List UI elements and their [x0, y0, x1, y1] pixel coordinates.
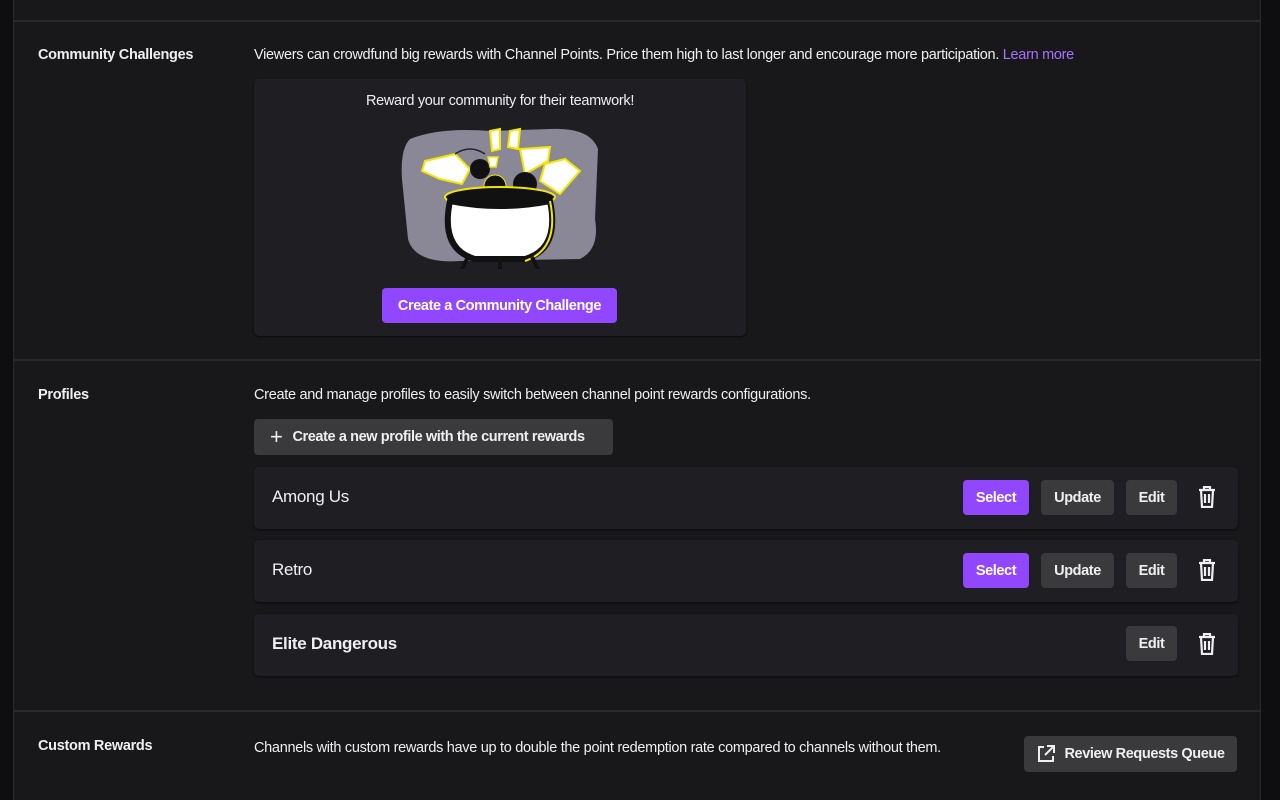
profiles-description: Create and manage profiles to easily swi…: [254, 387, 811, 403]
create-new-profile-button[interactable]: + Create a new profile with the current …: [254, 419, 613, 455]
plus-icon: +: [270, 424, 283, 449]
profile-name: Among Us: [272, 487, 349, 506]
trash-icon[interactable]: [1197, 559, 1217, 581]
settings-panel: Community Challenges Viewers can crowdfu…: [13, 0, 1261, 800]
edit-profile-button[interactable]: Edit: [1126, 553, 1177, 588]
profile-row: Retro Select Update Edit: [254, 540, 1238, 602]
section-divider: [14, 359, 1260, 361]
edit-profile-button[interactable]: Edit: [1126, 480, 1177, 515]
community-challenge-card: Reward your community for their teamwork…: [254, 79, 746, 336]
community-challenges-title: Community Challenges: [38, 47, 194, 63]
select-profile-button[interactable]: Select: [963, 480, 1029, 515]
profile-name: Elite Dangerous: [272, 634, 397, 653]
profile-row: Among Us Select Update Edit: [254, 467, 1238, 529]
profile-row-active: Elite Dangerous Edit: [254, 614, 1238, 676]
review-requests-queue-label: Review Requests Queue: [1064, 746, 1225, 762]
card-heading: Reward your community for their teamwork…: [365, 93, 635, 109]
profiles-title: Profiles: [38, 387, 89, 403]
select-profile-button[interactable]: Select: [963, 553, 1029, 588]
update-profile-button[interactable]: Update: [1041, 480, 1114, 515]
custom-rewards-description: Channels with custom rewards have up to …: [254, 740, 941, 756]
create-new-profile-label: Create a new profile with the current re…: [292, 429, 585, 445]
community-challenges-description: Viewers can crowdfund big rewards with C…: [254, 47, 1074, 63]
update-profile-button[interactable]: Update: [1041, 553, 1114, 588]
section-divider: [14, 20, 1260, 22]
trash-icon[interactable]: [1197, 633, 1217, 655]
edit-profile-button[interactable]: Edit: [1126, 626, 1177, 661]
cauldron-illustration: [401, 127, 598, 269]
learn-more-link[interactable]: Learn more: [1003, 47, 1074, 63]
section-divider: [14, 710, 1260, 712]
custom-rewards-title: Custom Rewards: [38, 738, 153, 754]
trash-icon[interactable]: [1197, 486, 1217, 508]
description-text: Viewers can crowdfund big rewards with C…: [254, 47, 1000, 63]
external-link-icon: [1038, 745, 1056, 762]
review-requests-queue-button[interactable]: Review Requests Queue: [1024, 736, 1237, 772]
profile-name: Retro: [272, 560, 313, 579]
create-community-challenge-button[interactable]: Create a Community Challenge: [382, 288, 617, 323]
